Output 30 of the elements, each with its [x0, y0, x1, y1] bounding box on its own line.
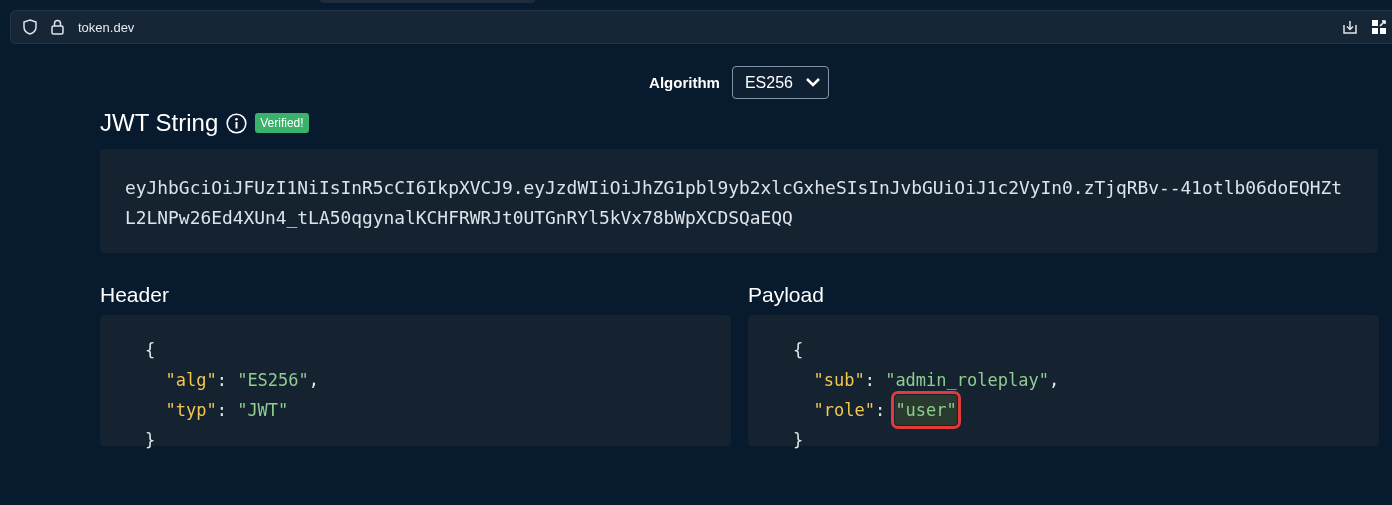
json-value: "admin_roleplay" [885, 369, 1049, 392]
section-title: JWT String [100, 109, 219, 137]
algorithm-select[interactable]: ES256 [731, 66, 829, 99]
json-key: "role" [813, 395, 875, 425]
verified-badge: Verified! [255, 113, 309, 133]
shield-icon[interactable] [23, 19, 37, 35]
brace: { [145, 339, 156, 362]
json-value: "ES256" [237, 369, 309, 392]
comma: , [308, 369, 320, 392]
colon: : [216, 399, 227, 422]
json-key: "alg" [165, 365, 217, 395]
json-key: "sub" [813, 365, 865, 395]
info-icon[interactable] [226, 112, 248, 134]
jwt-input[interactable]: eyJhbGciOiJFUzI1NiIsInR5cCI6IkpXVCJ9.eyJzdWIiOiJhZG1pbl9yb2xlcGxheSIsInJvbGUiOiJ1c2VyIn0.zTjqRBv--41otlb06doEQHZtL2LNPw26Ed4XUn4_tLA50qgynalKCHFRWRJt0UTGnRYl5kVx78bWpXCDSQaEQQ [100, 149, 1378, 253]
address-bar[interactable]: token.dev [10, 10, 1392, 44]
comma: , [1048, 369, 1060, 392]
json-key: "typ" [165, 395, 217, 425]
url-text[interactable]: token.dev [78, 19, 135, 35]
colon: : [216, 369, 227, 392]
section-title: Payload [748, 283, 825, 307]
colon: : [864, 369, 875, 392]
section-title: Header [100, 283, 170, 307]
brace: { [793, 339, 804, 362]
lock-icon[interactable] [51, 19, 64, 35]
chevron-icon [805, 78, 820, 87]
algorithm-label: Algorithm [649, 74, 720, 91]
json-value: "JWT" [237, 399, 289, 422]
download-icon[interactable] [1342, 19, 1358, 35]
colon: : [874, 399, 886, 422]
extensions-icon[interactable] [1372, 20, 1386, 34]
